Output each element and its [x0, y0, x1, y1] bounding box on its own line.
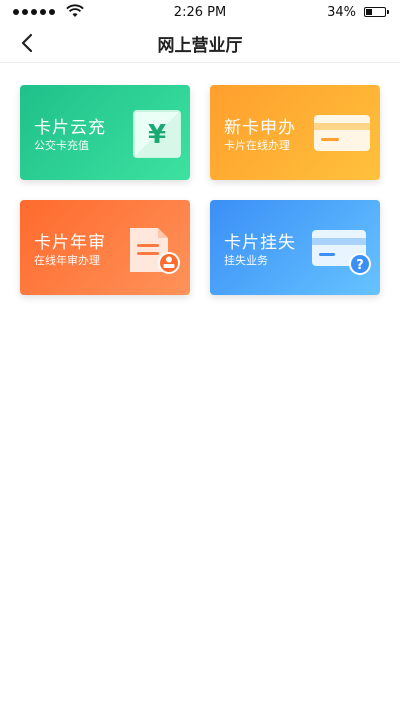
screen: 2:26 PM 34% 网上营业厅 卡片云充 公交卡充值 ¥ 新卡申办 卡片在线… — [0, 0, 400, 711]
card-subtitle: 挂失业务 — [224, 254, 268, 267]
card-subtitle: 在线年审办理 — [34, 254, 100, 267]
card-subtitle: 卡片在线办理 — [224, 139, 290, 152]
card-question-icon: ? — [310, 224, 372, 282]
card-new-card[interactable]: 新卡申办 卡片在线办理 — [210, 85, 380, 180]
battery-fill — [366, 9, 372, 15]
card-title: 新卡申办 — [224, 118, 296, 138]
yuan-icon: ¥ — [132, 109, 182, 163]
card-title: 卡片年审 — [34, 233, 106, 253]
card-title: 卡片云充 — [34, 118, 106, 138]
svg-text:?: ? — [356, 258, 364, 273]
card-icon — [312, 109, 372, 159]
card-report-loss[interactable]: 卡片挂失 挂失业务 ? — [210, 200, 380, 295]
card-annual-review[interactable]: 卡片年审 在线年审办理 — [20, 200, 190, 295]
status-bar: 2:26 PM 34% — [0, 0, 400, 24]
battery-percent: 34% — [327, 5, 356, 20]
page-title: 网上营业厅 — [157, 36, 243, 56]
nav-bar: 网上营业厅 — [0, 24, 400, 63]
card-title: 卡片挂失 — [224, 233, 296, 253]
svg-text:¥: ¥ — [148, 120, 166, 150]
battery-icon — [364, 7, 389, 17]
card-subtitle: 公交卡充值 — [34, 139, 89, 152]
card-recharge[interactable]: 卡片云充 公交卡充值 ¥ — [20, 85, 190, 180]
document-stamp-icon — [126, 224, 182, 280]
